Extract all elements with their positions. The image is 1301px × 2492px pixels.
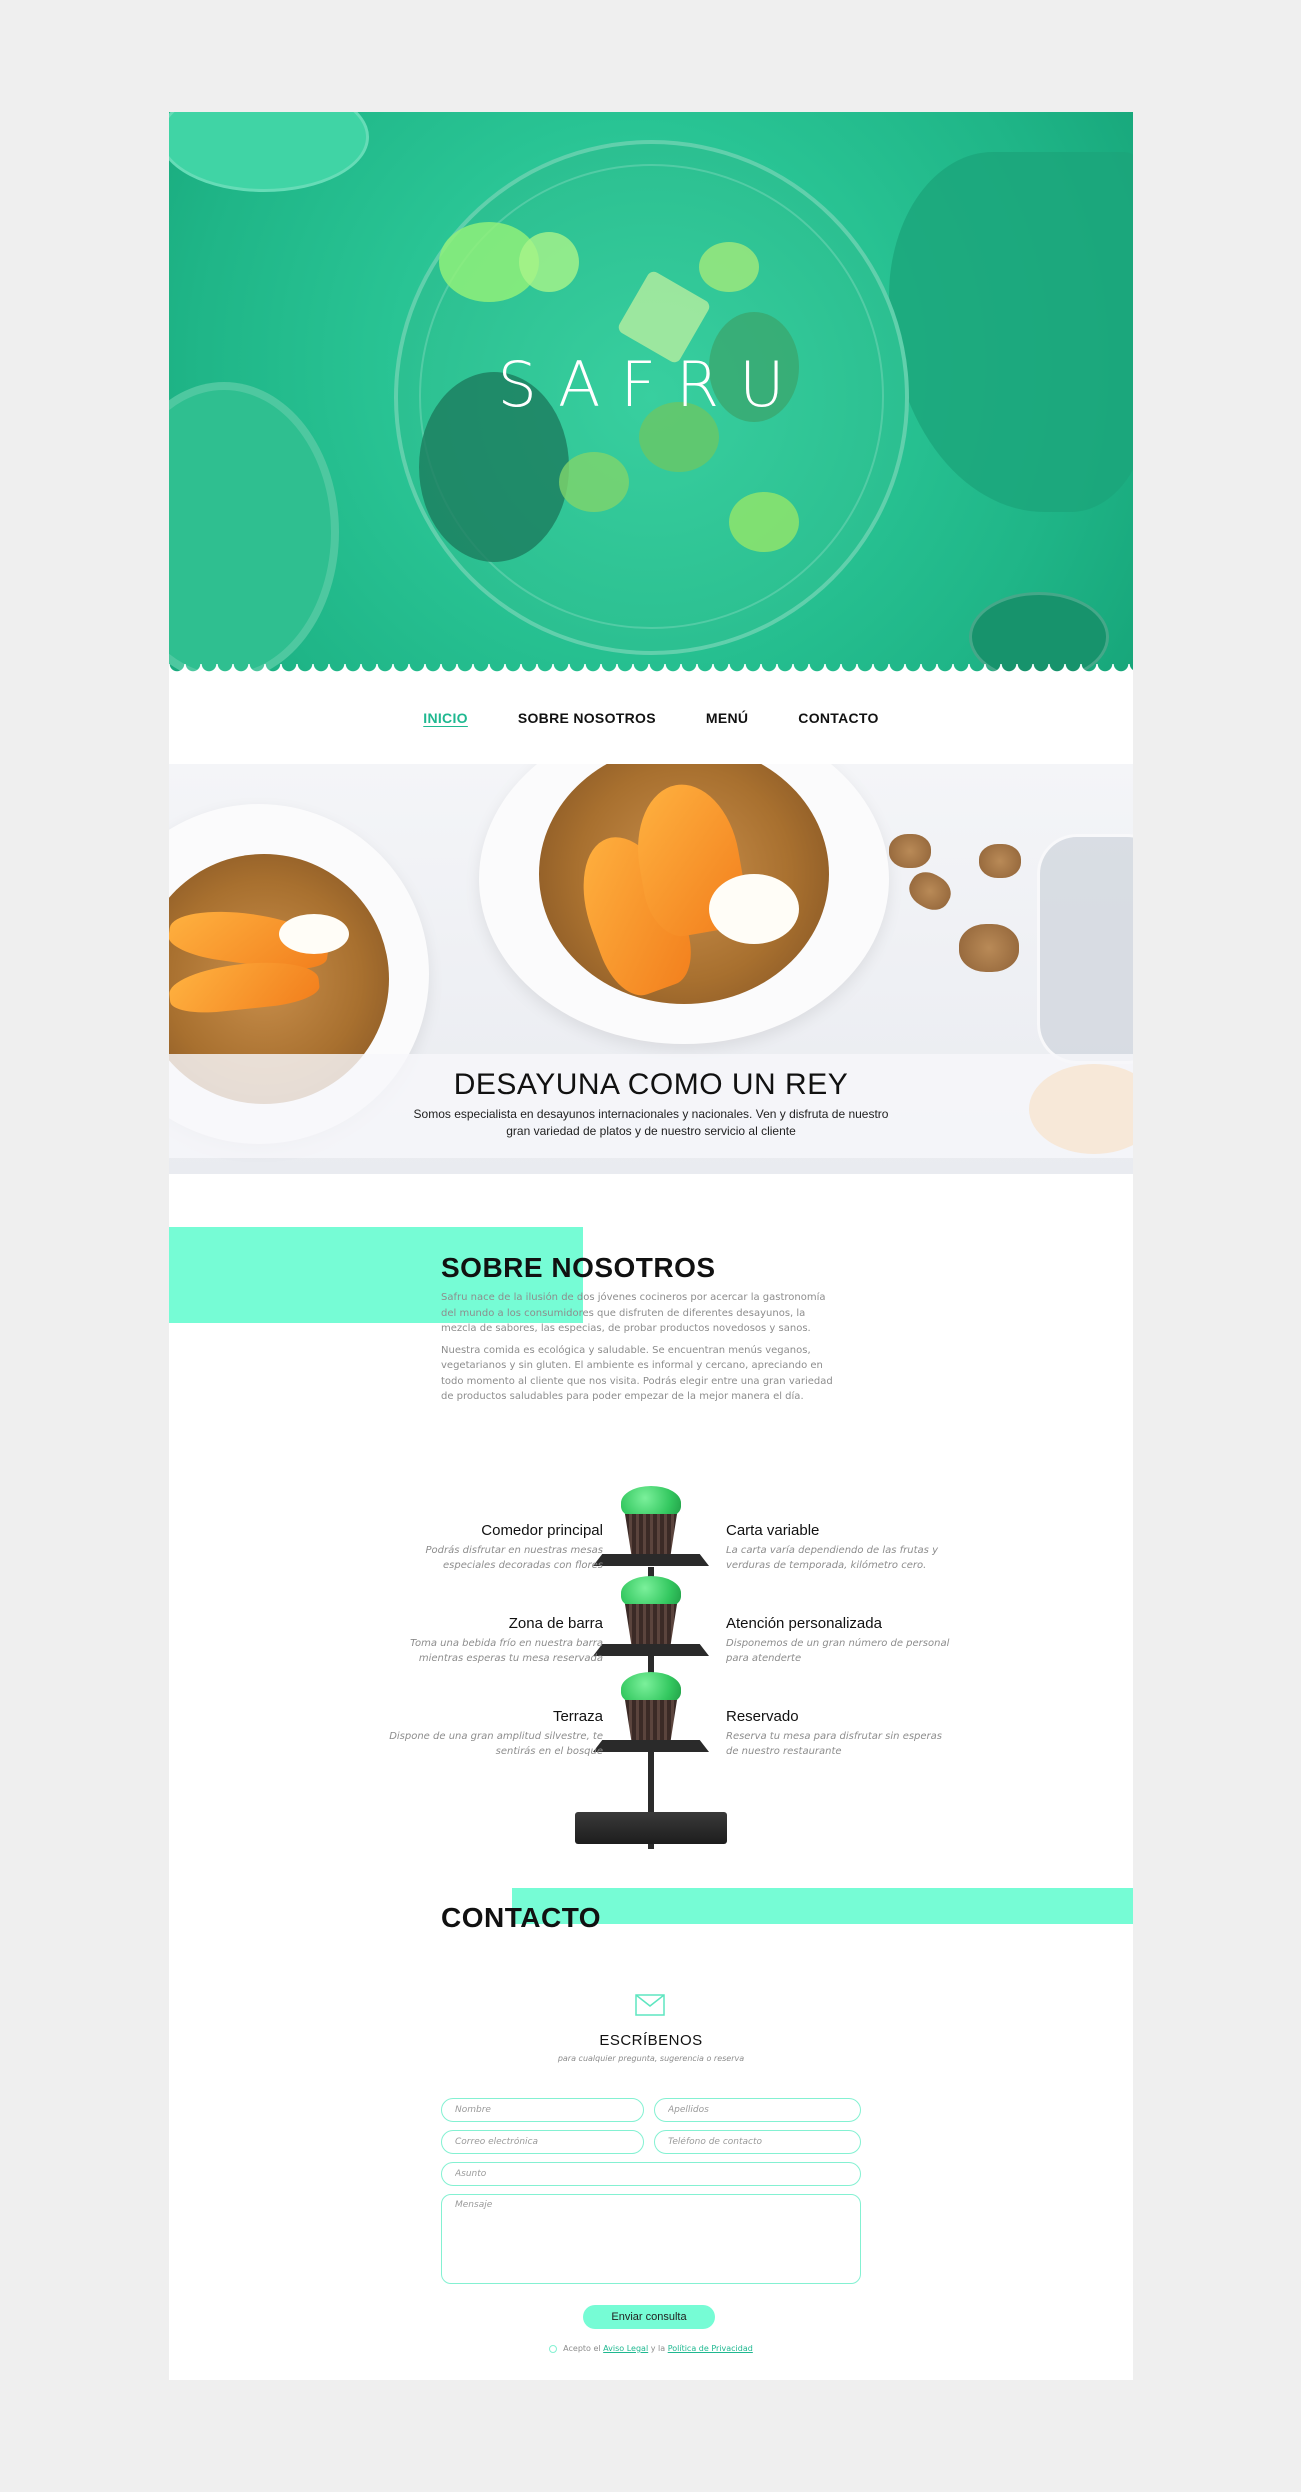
yogurt (279, 914, 349, 954)
jar-decoration (1037, 834, 1133, 1064)
feature-text: La carta varía dependiendo de las frutas… (726, 1545, 938, 1571)
nav-item-contacto[interactable]: CONTACTO (798, 710, 878, 726)
feature-text: Dispone de una gran amplitud silvestre, … (389, 1731, 603, 1757)
feature-atencion: Atención personalizada Disponemos de un … (726, 1615, 956, 1666)
feature-reservado: Reservado Reserva tu mesa para disfrutar… (726, 1708, 956, 1759)
yogurt (709, 874, 799, 944)
feature-terraza: Terraza Dispone de una gran amplitud sil… (373, 1708, 603, 1759)
brand-logo: SAFRU (497, 348, 805, 421)
walnut (903, 865, 957, 917)
feature-text: Disponemos de un gran número de personal… (726, 1638, 950, 1664)
cucumber-slice (519, 232, 579, 292)
feature-text: Reserva tu mesa para disfrutar sin esper… (726, 1731, 943, 1757)
cloth-decoration (889, 152, 1133, 512)
contact-subheading: para cualquier pregunta, sugerencia o re… (557, 2054, 745, 2063)
walnut (959, 924, 1019, 972)
legal-consent: Acepto el Aviso Legal y la Política de P… (169, 2344, 1133, 2353)
feature-title: Terraza (552, 1708, 603, 1725)
cupcake-image (619, 1672, 683, 1744)
breakfast-banner: DESAYUNA COMO UN REY Somos especialista … (169, 764, 1133, 1174)
scallop-divider (169, 664, 1133, 672)
nav-item-sobre-nosotros[interactable]: SOBRE NOSOTROS (518, 710, 656, 726)
nav-item-menu[interactable]: MENÚ (706, 710, 748, 726)
feature-title: Carta variable (726, 1522, 820, 1539)
main-nav: INICIO SOBRE NOSOTROS MENÚ CONTACTO (169, 672, 1133, 764)
feature-title: Comedor principal (481, 1522, 603, 1539)
walnut (979, 844, 1021, 878)
feature-comedor: Comedor principal Podrás disfrutar en nu… (373, 1522, 603, 1573)
kiwi-slice (699, 242, 759, 292)
submit-button[interactable]: Enviar consulta (583, 2305, 715, 2329)
cupcake-image (619, 1576, 683, 1648)
feature-text: Podrás disfrutar en nuestras mesas espec… (425, 1545, 603, 1571)
legal-mid: y la (650, 2344, 666, 2353)
feature-text: Toma una bebida frío en nuestra barra mi… (410, 1638, 603, 1664)
mail-icon (635, 1994, 665, 2016)
phone-field[interactable] (654, 2130, 861, 2154)
feature-carta: Carta variable La carta varía dependiend… (726, 1522, 956, 1573)
feature-title: Zona de barra (508, 1615, 603, 1632)
cupcake-image (619, 1486, 683, 1558)
about-paragraph-2: Nuestra comida es ecológica y saludable.… (441, 1344, 833, 1403)
about-title: SOBRE NOSOTROS (441, 1252, 716, 1283)
grapes (729, 492, 799, 552)
aviso-legal-link[interactable]: Aviso Legal (603, 2344, 648, 2353)
consent-checkbox[interactable] (549, 2344, 558, 2353)
banner-title: DESAYUNA COMO UN REY (453, 1068, 849, 1101)
contact-title: CONTACTO (441, 1902, 602, 1933)
nombre-field[interactable] (441, 2098, 644, 2122)
feature-title: Atención personalizada (726, 1615, 882, 1632)
page: SAFRU INICIO SOBRE NOSOTROS MENÚ CONTACT… (169, 112, 1133, 2380)
feature-barra: Zona de barra Toma una bebida frío en nu… (373, 1615, 603, 1666)
banner-text: Somos especialista en desayunos internac… (413, 1107, 889, 1138)
asunto-field[interactable] (441, 2162, 861, 2186)
nav-item-inicio[interactable]: INICIO (423, 710, 468, 726)
mensaje-field[interactable] (441, 2194, 861, 2284)
dish-decoration (169, 382, 339, 672)
email-field[interactable] (441, 2130, 644, 2154)
contact-heading: ESCRÍBENOS (599, 2032, 703, 2049)
fig-half (559, 452, 629, 512)
cup-decoration (969, 592, 1109, 672)
cupcake-stand-base (575, 1812, 727, 1844)
teapot-decoration (169, 112, 369, 192)
contact-accent-bar (512, 1888, 1133, 1924)
features-section: Comedor principal Podrás disfrutar en nu… (169, 1472, 1133, 1872)
feature-title: Reservado (726, 1708, 799, 1725)
legal-prefix: Acepto el (563, 2344, 601, 2353)
banner-caption: DESAYUNA COMO UN REY Somos especialista … (169, 1054, 1133, 1158)
about-section: SOBRE NOSOTROS Safru nace de la ilusión … (441, 1252, 841, 1405)
apellidos-field[interactable] (654, 2098, 861, 2122)
privacy-policy-link[interactable]: Política de Privacidad (668, 2344, 753, 2353)
about-paragraph-1: Safru nace de la ilusión de dos jóvenes … (441, 1292, 826, 1334)
hero-banner: SAFRU (169, 112, 1133, 672)
walnut (889, 834, 931, 868)
